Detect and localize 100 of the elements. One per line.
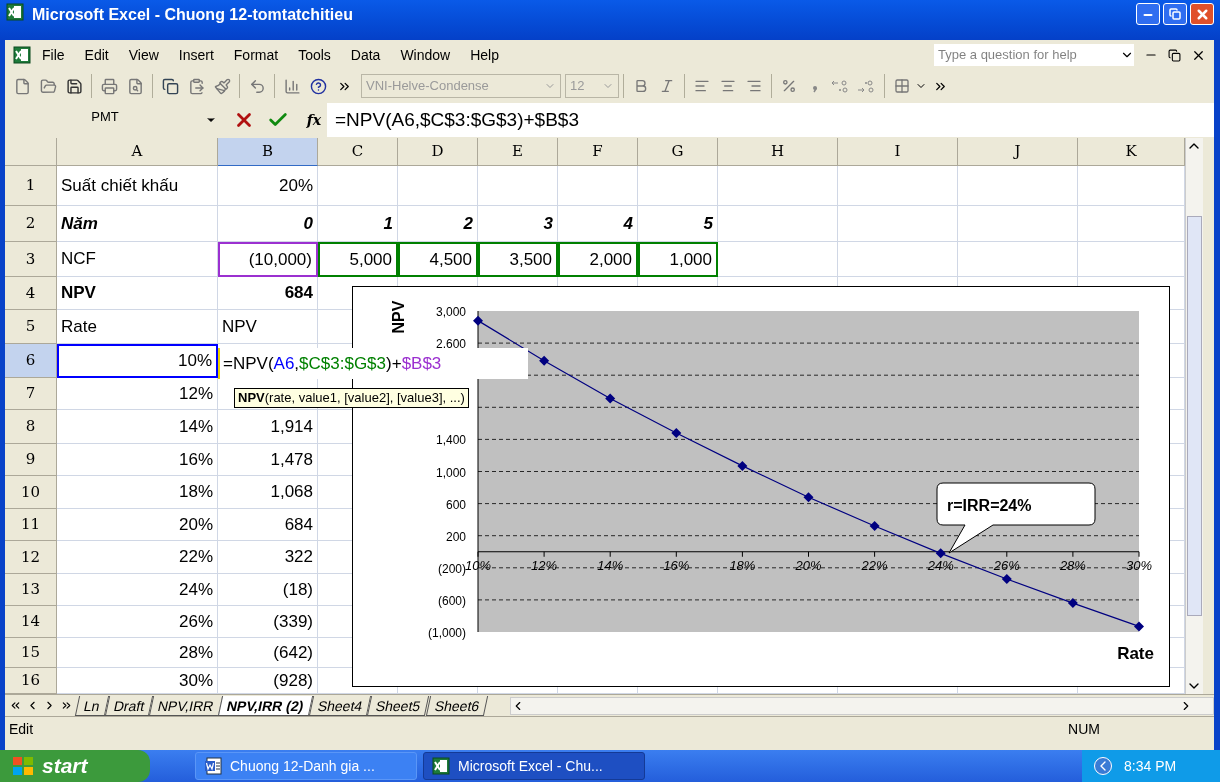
sheet-tab[interactable]: NPV,IRR (2)	[218, 695, 314, 716]
sheet-tab[interactable]: Draft	[104, 695, 154, 716]
sheet-tab[interactable]: Sheet4	[308, 695, 372, 716]
column-header[interactable]: A	[57, 138, 218, 166]
column-header[interactable]: J	[958, 138, 1078, 166]
y-tick-label: 3,000	[435, 305, 466, 319]
table-cell: (339)	[218, 606, 318, 638]
insert-function-button[interactable]: fx	[301, 109, 327, 131]
help-box[interactable]: Type a question for help	[934, 44, 1134, 66]
row-header[interactable]: 7	[5, 378, 57, 410]
workbook-icon	[13, 46, 31, 64]
window-title: Microsoft Excel - Chuong 12-tomtatchitieu	[32, 5, 353, 25]
minimize-button[interactable]	[1136, 3, 1160, 25]
table-cell: 30%	[57, 668, 218, 694]
column-header[interactable]: K	[1078, 138, 1185, 166]
row-header[interactable]: 10	[5, 476, 57, 509]
column-header[interactable]: C	[318, 138, 398, 166]
horizontal-scrollbar[interactable]	[510, 696, 1214, 715]
cell-editor[interactable]: =NPV(A6,$C$3:$G$3)+$B$3	[218, 348, 528, 379]
menu-item[interactable]: File	[33, 44, 74, 66]
row-header[interactable]: 13	[5, 574, 57, 606]
table-cell: 5	[638, 206, 718, 242]
show-hidden-icons-icon[interactable]	[1094, 757, 1112, 775]
x-tick-label: 30%	[1126, 557, 1152, 573]
table-cell: 20%	[218, 166, 318, 206]
table-cell: 3	[478, 206, 558, 242]
row-header[interactable]: 4	[5, 277, 57, 310]
row-header[interactable]: 5	[5, 310, 57, 344]
vertical-scrollbar[interactable]	[1185, 138, 1203, 694]
x-tick-label: 28%	[1059, 557, 1086, 573]
column-header[interactable]: G	[638, 138, 718, 166]
menu-item[interactable]: Format	[224, 44, 288, 66]
table-cell: 322	[218, 541, 318, 574]
row-header[interactable]: 6	[5, 344, 57, 378]
row-header[interactable]: 8	[5, 410, 57, 444]
formula-part: ,	[294, 352, 300, 375]
menu-item[interactable]: Help	[461, 44, 508, 66]
menu-item[interactable]: View	[119, 44, 168, 66]
formula-input[interactable]: =NPV(A6,$C$3:$G$3)+$B$3	[327, 103, 1214, 137]
restore-icon[interactable]	[1168, 48, 1181, 62]
annotation: r=IRR=24%	[947, 497, 1032, 514]
table-cell: 3,500	[478, 242, 558, 277]
y-tick-label: 600	[445, 497, 466, 512]
row-header[interactable]: 14	[5, 606, 57, 638]
menu-item[interactable]: Insert	[169, 44, 223, 66]
data-point	[1134, 621, 1144, 632]
restore-button[interactable]	[1163, 3, 1187, 25]
row-header[interactable]: 12	[5, 541, 57, 574]
sheet-tab[interactable]: Sheet5	[367, 695, 430, 716]
menu-item[interactable]: Window	[391, 44, 460, 66]
table-cell: 2,000	[558, 242, 638, 277]
row-header[interactable]: 15	[5, 638, 57, 668]
select-all-corner[interactable]	[5, 138, 57, 166]
name-box[interactable]: PMT	[5, 105, 205, 135]
y-axis-title: NPV	[390, 300, 407, 334]
column-header[interactable]: E	[478, 138, 558, 166]
row-header[interactable]: 3	[5, 242, 57, 277]
sheet-tab[interactable]: NPV,IRR	[148, 695, 223, 716]
table-cell: Năm	[57, 206, 218, 242]
menu-item[interactable]: Tools	[289, 44, 340, 66]
help-input[interactable]: Type a question for help	[934, 45, 1120, 65]
last-sheet-icon[interactable]	[60, 699, 73, 712]
row-header[interactable]: 16	[5, 668, 57, 694]
start-button[interactable]: start	[0, 750, 150, 782]
scroll-thumb[interactable]	[1187, 216, 1202, 616]
data-point	[737, 460, 748, 471]
taskbar-button[interactable]: Microsoft Excel - Chu...	[423, 752, 645, 780]
column-header[interactable]: I	[838, 138, 958, 166]
table-cell: NPV	[218, 310, 318, 344]
data-point	[473, 315, 483, 326]
table-cell: 684	[218, 277, 318, 310]
sheet-tab[interactable]: Ln	[74, 695, 109, 716]
table-cell: NCF	[57, 242, 218, 277]
column-header[interactable]: H	[718, 138, 838, 166]
menu-item[interactable]: Data	[341, 44, 390, 66]
data-point	[1067, 598, 1078, 609]
x-tick-label: 10%	[465, 557, 491, 573]
table-cell: (928)	[218, 668, 318, 694]
y-tick-label: 200	[445, 529, 466, 544]
column-header[interactable]: B	[218, 138, 318, 166]
status-mode: Edit	[9, 720, 34, 739]
column-header[interactable]: D	[398, 138, 478, 166]
table-cell: Suất chiết khấu	[57, 166, 218, 206]
column-header[interactable]: F	[558, 138, 638, 166]
table-cell: 12%	[57, 378, 218, 410]
row-header[interactable]: 11	[5, 509, 57, 541]
row-header[interactable]: 9	[5, 444, 57, 476]
sheet-tab[interactable]: Sheet6	[425, 695, 489, 716]
table-cell: 2	[398, 206, 478, 242]
menu-item[interactable]: Edit	[75, 44, 118, 66]
row-header[interactable]: 2	[5, 206, 57, 242]
row-header[interactable]: 1	[5, 166, 57, 206]
font-size: 12	[570, 77, 586, 96]
data-point	[935, 548, 946, 559]
close-button[interactable]	[1190, 3, 1214, 25]
first-sheet-icon[interactable]	[9, 699, 22, 712]
table-cell: 22%	[57, 541, 218, 574]
taskbar-button[interactable]: Chuong 12-Danh gia ...	[195, 752, 417, 780]
table-cell: 28%	[57, 638, 218, 668]
table-cell: 4,500	[398, 242, 478, 277]
